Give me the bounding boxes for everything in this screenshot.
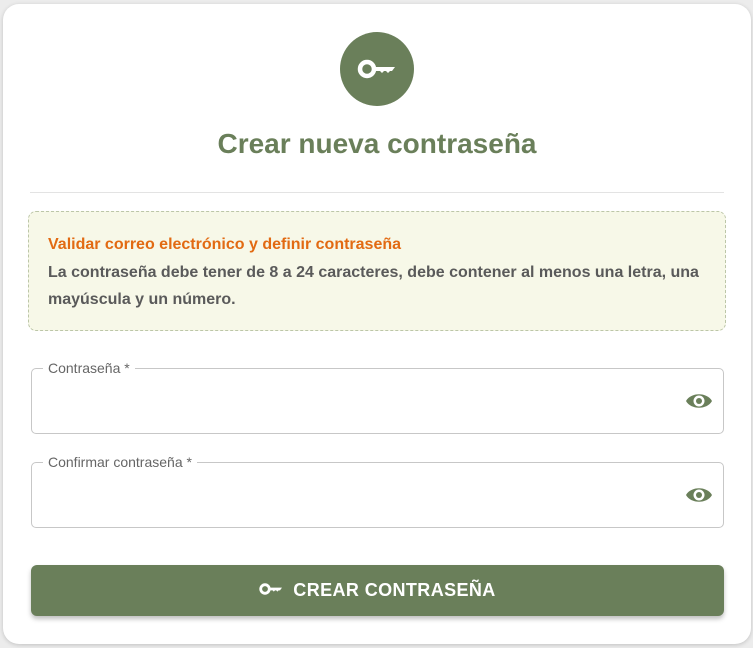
notice-title: Validar correo electrónico y definir con… — [48, 236, 402, 253]
confirm-password-field: Confirmar contraseña * — [31, 454, 724, 528]
password-input[interactable] — [46, 383, 666, 419]
password-requirements-notice: Validar correo electrónico y definir con… — [28, 211, 726, 331]
confirm-password-input[interactable] — [46, 477, 666, 513]
key-icon — [340, 32, 414, 106]
password-field: Contraseña * — [31, 360, 724, 434]
notice-text: La contraseña debe tener de 8 a 24 carac… — [48, 264, 699, 308]
key-icon — [259, 582, 283, 599]
password-label: Contraseña * — [43, 360, 135, 376]
create-password-label: CREAR CONTRASEÑA — [293, 580, 496, 600]
confirm-password-label: Confirmar contraseña * — [43, 454, 197, 470]
password-card: Crear nueva contraseña Validar correo el… — [3, 4, 751, 644]
create-password-button[interactable]: CREAR CONTRASEÑA — [31, 565, 724, 616]
eye-icon[interactable] — [685, 389, 713, 413]
page-title: Crear nueva contraseña — [217, 128, 537, 159]
divider — [30, 192, 724, 193]
eye-icon[interactable] — [685, 483, 713, 507]
